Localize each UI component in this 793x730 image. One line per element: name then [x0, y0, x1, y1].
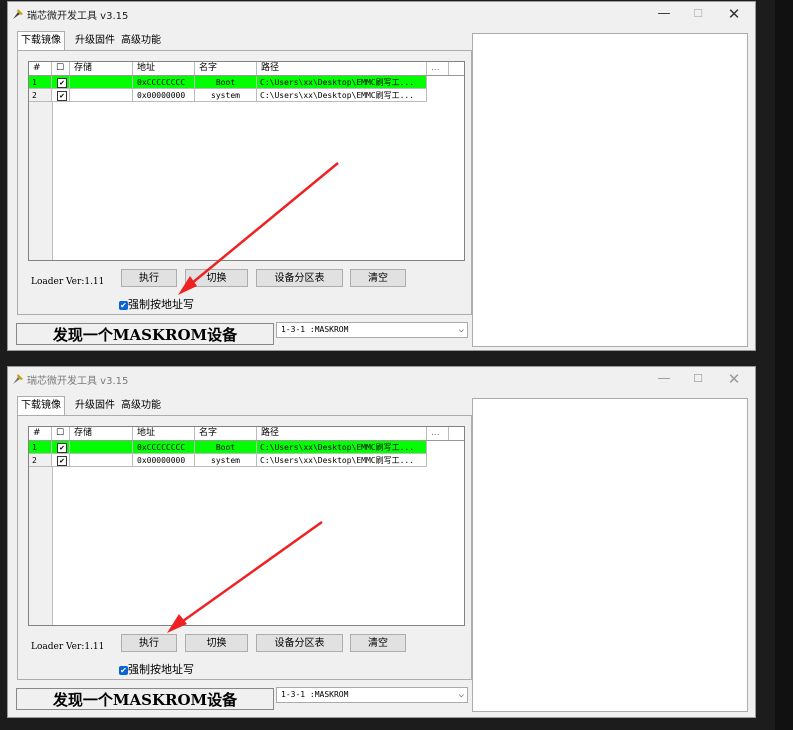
log-panel[interactable] [472, 33, 748, 347]
chevron-down-icon: ⌵ [458, 325, 464, 335]
table-row[interactable]: 1 ✔ 0xCCCCCCCC Boot C:\Users\xx\Desktop\… [29, 76, 464, 89]
table-row[interactable]: 2 ✔ 0x00000000 system C:\Users\xx\Deskto… [29, 454, 464, 467]
header-address: 地址 [133, 62, 195, 75]
header-name: 名字 [195, 62, 257, 75]
tab-download-image[interactable]: 下载镜像 [17, 31, 65, 50]
header-select-all[interactable]: ☐ [52, 427, 70, 440]
app-icon [13, 374, 23, 384]
log-panel[interactable] [472, 398, 748, 712]
header-path: 路径 [257, 62, 427, 75]
tab-upgrade-firmware[interactable]: 升级固件 [72, 32, 118, 49]
close-button[interactable]: ✕ [717, 369, 751, 389]
chevron-down-icon: ⌵ [458, 690, 464, 700]
header-index: # [29, 427, 52, 440]
table-header: # ☐ 存储 地址 名字 路径 ... [29, 62, 464, 76]
close-button[interactable]: ✕ [717, 4, 751, 24]
table-row[interactable]: 2 ✔ 0x00000000 system C:\Users\xx\Deskto… [29, 89, 464, 102]
force-address-label: 强制按地址写 [128, 663, 194, 676]
row-checkbox[interactable]: ✔ [57, 78, 67, 88]
rkdevtool-window-1: 瑞芯微开发工具 v3.15 — ☐ ✕ 下载镜像 升级固件 高级功能 # ☐ 存… [7, 1, 756, 351]
tab-advanced[interactable]: 高级功能 [118, 32, 164, 49]
force-address-checkbox[interactable]: ✔强制按地址写 [119, 296, 194, 312]
execute-button[interactable]: 执行 [121, 634, 177, 652]
force-address-label: 强制按地址写 [128, 298, 194, 311]
download-panel: # ☐ 存储 地址 名字 路径 ... 1 ✔ 0xCCCCCCCC Boot … [17, 50, 472, 315]
background-strip [775, 0, 793, 730]
partition-table-button[interactable]: 设备分区表 [256, 269, 343, 287]
image-table: # ☐ 存储 地址 名字 路径 ... 1 ✔ 0xCCCCCCCC Boot … [28, 426, 465, 626]
title-bar[interactable]: 瑞芯微开发工具 v3.15 — ☐ ✕ [8, 367, 755, 391]
header-path: 路径 [257, 427, 427, 440]
device-select[interactable]: 1-3-1 :MASKROM ⌵ [276, 322, 468, 338]
switch-button[interactable]: 切换 [185, 269, 248, 287]
header-select-all[interactable]: ☐ [52, 62, 70, 75]
device-status: 发现一个MASKROM设备 [16, 323, 274, 345]
loader-version: Loader Ver:1.11 [31, 642, 105, 652]
table-row[interactable]: 1 ✔ 0xCCCCCCCC Boot C:\Users\xx\Desktop\… [29, 441, 464, 454]
header-storage: 存储 [70, 427, 133, 440]
download-panel: # ☐ 存储 地址 名字 路径 ... 1 ✔ 0xCCCCCCCC Boot … [17, 415, 472, 680]
minimize-button[interactable]: — [647, 4, 681, 24]
header-more[interactable]: ... [427, 427, 449, 440]
partition-table-button[interactable]: 设备分区表 [256, 634, 343, 652]
maximize-button[interactable]: ☐ [681, 369, 715, 389]
row-checkbox[interactable]: ✔ [57, 456, 67, 466]
clear-button[interactable]: 清空 [350, 269, 406, 287]
table-header: # ☐ 存储 地址 名字 路径 ... [29, 427, 464, 441]
loader-version: Loader Ver:1.11 [31, 277, 105, 287]
row-checkbox[interactable]: ✔ [57, 443, 67, 453]
window-title: 瑞芯微开发工具 v3.15 [27, 376, 129, 387]
tab-advanced[interactable]: 高级功能 [118, 397, 164, 414]
minimize-button[interactable]: — [647, 369, 681, 389]
maximize-button[interactable]: ☐ [681, 4, 715, 24]
header-storage: 存储 [70, 62, 133, 75]
header-more[interactable]: ... [427, 62, 449, 75]
execute-button[interactable]: 执行 [121, 269, 177, 287]
tab-download-image[interactable]: 下载镜像 [17, 396, 65, 415]
app-icon [13, 9, 23, 19]
check-icon: ✔ [119, 665, 128, 675]
clear-button[interactable]: 清空 [350, 634, 406, 652]
image-table: # ☐ 存储 地址 名字 路径 ... 1 ✔ 0xCCCCCCCC Boot … [28, 61, 465, 261]
rkdevtool-window-2: 瑞芯微开发工具 v3.15 — ☐ ✕ 下载镜像 升级固件 高级功能 # ☐ 存… [7, 366, 756, 718]
device-status: 发现一个MASKROM设备 [16, 688, 274, 710]
tab-upgrade-firmware[interactable]: 升级固件 [72, 397, 118, 414]
window-title: 瑞芯微开发工具 v3.15 [27, 11, 129, 22]
check-icon: ✔ [119, 300, 128, 310]
switch-button[interactable]: 切换 [185, 634, 248, 652]
title-bar[interactable]: 瑞芯微开发工具 v3.15 — ☐ ✕ [8, 2, 755, 26]
force-address-checkbox[interactable]: ✔强制按地址写 [119, 661, 194, 677]
device-select[interactable]: 1-3-1 :MASKROM ⌵ [276, 687, 468, 703]
header-address: 地址 [133, 427, 195, 440]
header-name: 名字 [195, 427, 257, 440]
header-index: # [29, 62, 52, 75]
row-checkbox[interactable]: ✔ [57, 91, 67, 101]
